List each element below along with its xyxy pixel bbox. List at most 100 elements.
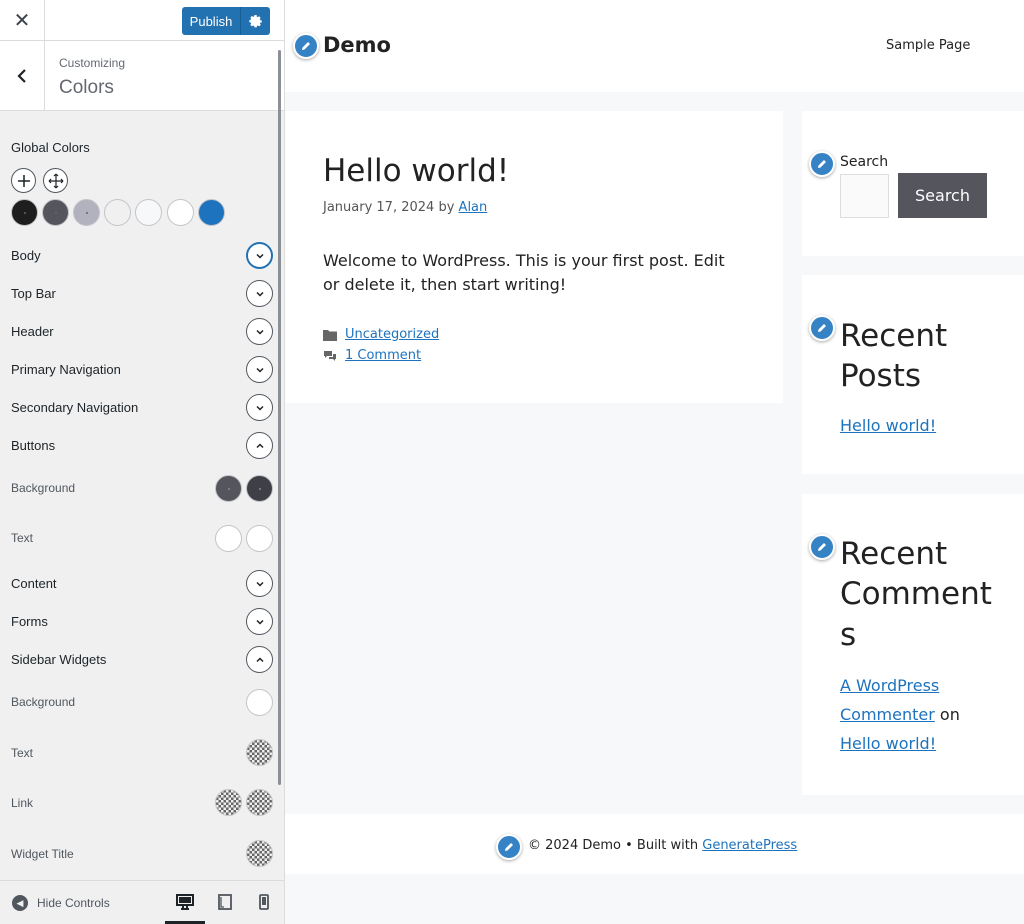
global-color-swatch[interactable] [42,199,69,226]
swatch-dot [24,212,26,214]
pencil-icon[interactable] [300,40,312,52]
folder-icon [323,329,337,341]
toggle-group-button[interactable] [246,280,273,307]
desktop-preview-button[interactable] [173,890,197,914]
pencil-icon[interactable] [816,158,828,170]
toggle-group-button[interactable] [246,242,273,269]
section-header: Customizing Colors [0,41,284,111]
chevron-down-icon[interactable] [255,579,265,589]
color-picker-button[interactable] [215,789,242,816]
comment-post-link[interactable]: Hello world! [840,734,936,753]
post-date: January 17, 2024 [323,200,435,215]
global-color-swatch[interactable] [198,199,225,226]
post-article: Hello world! January 17, 2024 by Alan We… [285,111,783,403]
search-input[interactable] [840,174,889,218]
nav-item-sample-page[interactable]: Sample Page [886,38,970,53]
recent-comments-widget: Recent Comment s A WordPress Commenter o… [802,494,1024,795]
color-picker-button[interactable] [246,739,273,766]
global-color-swatch[interactable] [135,199,162,226]
comment-author-link-line2[interactable]: Commenter [840,705,935,724]
recent-post-link[interactable]: Hello world! [840,416,936,435]
chevron-down-icon[interactable] [255,251,265,261]
recent-posts-widget: Recent Posts Hello world! [802,275,1024,474]
comments-link[interactable]: 1 Comment [345,348,421,363]
color-picker-button[interactable] [246,475,273,502]
color-picker-button[interactable] [246,840,273,867]
footer-theme-link[interactable]: GeneratePress [702,838,797,853]
recent-posts-title-line1: Recent [840,318,948,354]
global-color-swatch[interactable] [11,199,38,226]
publish-settings-button[interactable] [241,7,270,35]
edit-footer-shortcut[interactable] [496,834,522,860]
hide-controls-button[interactable]: ◀ Hide Controls [12,895,110,911]
gear-icon[interactable] [249,14,262,28]
comment-on-label: on [939,705,960,724]
mobile-icon[interactable] [259,894,269,910]
post-author-link[interactable]: Alan [459,200,488,215]
chevron-left-icon[interactable] [17,68,27,83]
comment-icon [324,350,336,361]
color-picker-button[interactable] [246,525,273,552]
color-picker-button[interactable] [246,689,273,716]
chevron-down-icon[interactable] [255,289,265,299]
chevron-down-icon[interactable] [255,403,265,413]
close-customizer-button[interactable]: ✕ [0,0,45,40]
mobile-preview-button[interactable] [252,890,276,914]
desktop-icon[interactable] [176,894,194,910]
toggle-group-button[interactable] [246,318,273,345]
color-picker-button[interactable] [246,789,273,816]
chevron-down-icon[interactable] [255,327,265,337]
color-picker-button[interactable] [215,475,242,502]
tablet-icon[interactable] [218,894,232,910]
sidebar-scrollbar[interactable] [278,50,281,785]
toggle-group-button[interactable] [246,608,273,635]
tablet-preview-button[interactable] [213,890,237,914]
global-color-swatch[interactable] [104,199,131,226]
toggle-group-button[interactable] [246,394,273,421]
category-link[interactable]: Uncategorized [345,327,439,342]
chevron-up-icon[interactable] [255,655,265,665]
add-color-button[interactable] [11,168,36,193]
edit-search-widget-shortcut[interactable] [809,151,835,177]
color-group-label: Body [11,248,41,263]
chevron-down-icon[interactable] [255,365,265,375]
color-setting-label: Text [11,746,34,760]
comment-author-link-line1[interactable]: A WordPress [840,676,939,695]
edit-site-title-shortcut[interactable] [293,33,319,59]
customizer-app: ✕ Publish Customizing Colors Global Colo… [0,0,1024,924]
site-title[interactable]: Demo [323,33,391,57]
search-button[interactable]: Search [898,173,987,218]
toggle-group-button[interactable] [246,432,273,459]
post-category: Uncategorized [323,327,439,342]
customizer-footer: ◀ Hide Controls [0,880,284,924]
color-picker-button[interactable] [215,525,242,552]
close-icon[interactable]: ✕ [14,8,31,33]
move-icon[interactable] [48,173,64,189]
color-setting-label: Background [11,481,76,495]
toggle-group-button[interactable] [246,570,273,597]
chevron-down-icon[interactable] [255,617,265,627]
pencil-icon[interactable] [503,841,515,853]
global-color-swatch[interactable] [167,199,194,226]
hide-controls-label: Hide Controls [37,896,110,910]
customizer-topbar: ✕ Publish [0,0,284,41]
plus-icon[interactable] [17,174,31,188]
pencil-icon[interactable] [816,541,828,553]
post-title: Hello world! [323,153,510,189]
site-preview: Demo Sample Page Hello world! January 17… [285,0,1024,924]
pencil-icon[interactable] [816,322,828,334]
publish-button[interactable]: Publish [182,7,241,35]
edit-recent-comments-shortcut[interactable] [809,534,835,560]
toggle-group-button[interactable] [246,646,273,673]
chevron-up-icon[interactable] [255,441,265,451]
reorder-colors-button[interactable] [43,168,68,193]
recent-comments-title-line2: Comment [840,576,992,612]
color-setting-label: Link [11,796,34,810]
recent-comments-title-line3: s [840,617,857,653]
back-button[interactable] [0,41,45,110]
global-color-swatch[interactable] [73,199,100,226]
toggle-group-button[interactable] [246,356,273,383]
post-content: Welcome to WordPress. This is your first… [323,251,725,294]
edit-recent-posts-shortcut[interactable] [809,315,835,341]
collapse-left-icon[interactable]: ◀ [12,895,28,911]
